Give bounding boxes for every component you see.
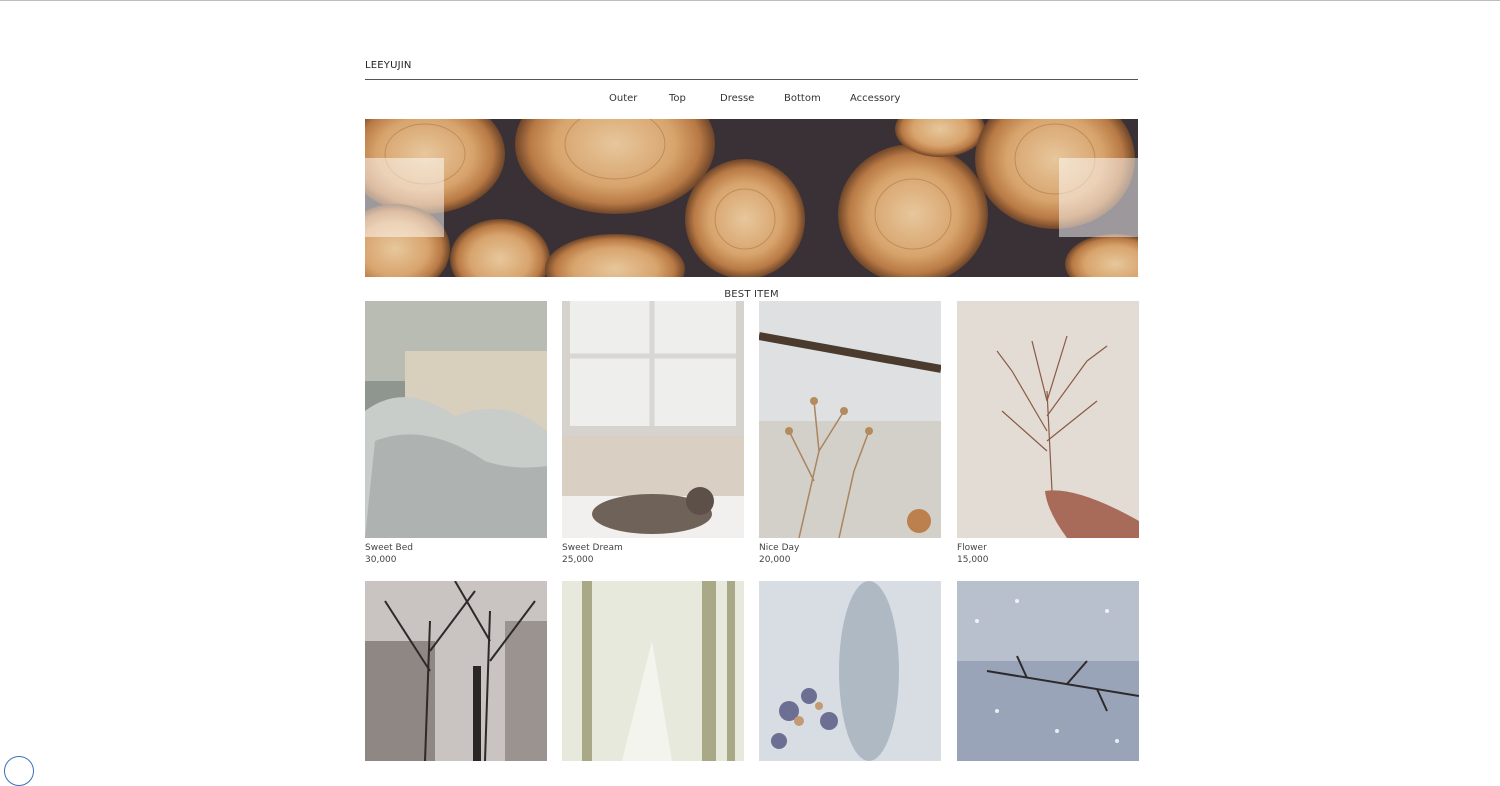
- nav-item-accessory[interactable]: Accessory: [850, 93, 900, 104]
- next-slide-button[interactable]: [1059, 158, 1138, 237]
- product-image-blurred-flowers[interactable]: [759, 581, 941, 761]
- product-card[interactable]: Sweet Bed 30,000: [365, 301, 547, 566]
- product-name: Flower: [957, 543, 987, 553]
- hero-banner[interactable]: [365, 119, 1138, 277]
- product-card[interactable]: [957, 581, 1139, 761]
- product-name: Sweet Bed: [365, 543, 413, 553]
- product-image-winter-city[interactable]: [365, 581, 547, 761]
- product-price: 30,000: [365, 555, 397, 565]
- firewood-banner-image: [365, 119, 1138, 277]
- top-border: [0, 0, 1500, 1]
- product-card[interactable]: Nice Day 20,000: [759, 301, 941, 566]
- prev-slide-button[interactable]: [365, 158, 444, 237]
- product-image-snowy-forest[interactable]: [562, 581, 744, 761]
- header-divider: [365, 79, 1138, 80]
- product-card[interactable]: [562, 581, 744, 761]
- product-image-dried-flowers[interactable]: [759, 301, 941, 538]
- product-name: Sweet Dream: [562, 543, 623, 553]
- product-price: 25,000: [562, 555, 594, 565]
- nav-item-bottom[interactable]: Bottom: [784, 93, 821, 104]
- site-logo[interactable]: LEEYUJIN: [365, 60, 412, 71]
- product-image-snowy-branch[interactable]: [957, 581, 1139, 761]
- nav-item-top[interactable]: Top: [669, 93, 686, 104]
- product-image-bed[interactable]: [365, 301, 547, 538]
- nav-item-outer[interactable]: Outer: [609, 93, 637, 104]
- product-price: 20,000: [759, 555, 791, 565]
- product-card[interactable]: [759, 581, 941, 761]
- product-card[interactable]: [365, 581, 547, 761]
- product-price: 15,000: [957, 555, 989, 565]
- product-card[interactable]: Flower 15,000: [957, 301, 1139, 566]
- product-name: Nice Day: [759, 543, 800, 553]
- product-card[interactable]: Sweet Dream 25,000: [562, 301, 744, 566]
- nav-item-dresse[interactable]: Dresse: [720, 93, 754, 104]
- main-nav: Outer Top Dresse Bottom Accessory: [365, 93, 1138, 107]
- product-image-branch[interactable]: [957, 301, 1139, 538]
- best-item-title: BEST ITEM: [724, 289, 779, 300]
- product-image-cat[interactable]: [562, 301, 744, 538]
